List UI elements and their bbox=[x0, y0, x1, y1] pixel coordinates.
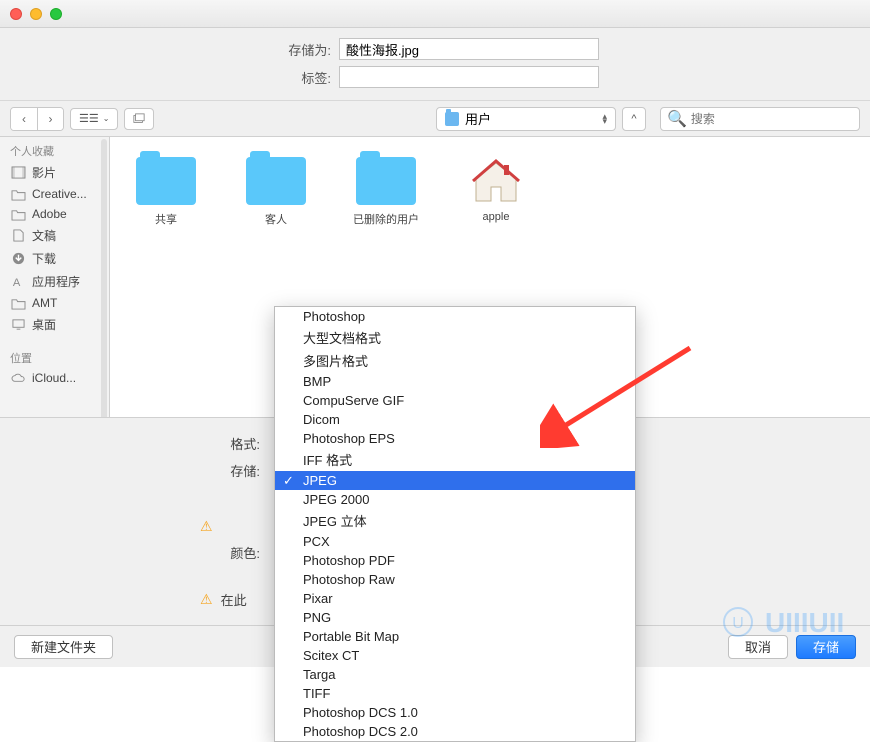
color-label: 颜色: bbox=[0, 543, 260, 562]
save-as-label: 存储为: bbox=[271, 40, 331, 59]
sidebar-section-favorites: 个人收藏 bbox=[0, 137, 109, 161]
search-input[interactable] bbox=[691, 112, 853, 126]
warning-icon: ⚠ bbox=[200, 518, 213, 535]
minimize-window-button[interactable] bbox=[30, 8, 42, 20]
save-button[interactable]: 存储 bbox=[796, 635, 856, 659]
folder-icon bbox=[10, 296, 26, 310]
sidebar-item-label: 桌面 bbox=[32, 316, 56, 333]
format-option-6[interactable]: Photoshop EPS bbox=[275, 429, 635, 448]
desktop-icon bbox=[10, 318, 26, 332]
format-option-20[interactable]: Photoshop DCS 1.0 bbox=[275, 703, 635, 722]
svg-text:A: A bbox=[12, 277, 20, 288]
sidebar-item-label: 应用程序 bbox=[32, 273, 80, 290]
here-label: 在此 bbox=[221, 590, 247, 609]
save-form: 存储为: 标签: bbox=[0, 28, 870, 101]
format-option-10[interactable]: JPEG 立体 bbox=[275, 509, 635, 532]
format-option-15[interactable]: PNG bbox=[275, 608, 635, 627]
tags-input[interactable] bbox=[339, 66, 599, 88]
sidebar-section-locations: 位置 bbox=[0, 344, 109, 368]
sidebar-item-label: 文稿 bbox=[32, 227, 56, 244]
format-label: 格式: bbox=[0, 434, 260, 453]
format-option-7[interactable]: IFF 格式 bbox=[275, 448, 635, 471]
sidebar-item-label: AMT bbox=[32, 296, 57, 310]
search-field[interactable]: 🔍 bbox=[660, 107, 860, 131]
new-folder-button[interactable]: 新建文件夹 bbox=[14, 635, 113, 659]
format-option-9[interactable]: JPEG 2000 bbox=[275, 490, 635, 509]
close-window-button[interactable] bbox=[10, 8, 22, 20]
sidebar-item-5[interactable]: A 应用程序 bbox=[0, 270, 109, 293]
sidebar-location-0[interactable]: iCloud... bbox=[0, 368, 109, 388]
tags-label: 标签: bbox=[271, 68, 331, 87]
format-option-18[interactable]: Targa bbox=[275, 665, 635, 684]
search-icon: 🔍 bbox=[667, 109, 687, 129]
film-icon bbox=[10, 166, 26, 180]
file-label: 共享 bbox=[155, 211, 177, 227]
storage-label: 存储: bbox=[0, 461, 260, 480]
window-titlebar bbox=[0, 0, 870, 28]
forward-button[interactable]: › bbox=[37, 108, 63, 130]
format-option-3[interactable]: BMP bbox=[275, 372, 635, 391]
format-option-17[interactable]: Scitex CT bbox=[275, 646, 635, 665]
group-button[interactable] bbox=[124, 108, 154, 130]
warning-icon-2: ⚠ bbox=[200, 591, 213, 608]
format-option-4[interactable]: CompuServe GIF bbox=[275, 391, 635, 410]
sidebar-item-2[interactable]: Adobe bbox=[0, 204, 109, 224]
sidebar-item-label: Adobe bbox=[32, 207, 67, 221]
file-item-1[interactable]: 客人 bbox=[236, 157, 316, 227]
collapse-button[interactable]: ^ bbox=[622, 107, 646, 131]
sidebar-item-label: 影片 bbox=[32, 164, 56, 181]
sidebar-item-7[interactable]: 桌面 bbox=[0, 313, 109, 336]
cloud-icon bbox=[10, 371, 26, 385]
apps-icon: A bbox=[10, 275, 26, 289]
users-folder-icon bbox=[445, 112, 459, 126]
folder-icon bbox=[136, 157, 196, 205]
format-option-13[interactable]: Photoshop Raw bbox=[275, 570, 635, 589]
sidebar-item-label: iCloud... bbox=[32, 371, 76, 385]
format-option-12[interactable]: Photoshop PDF bbox=[275, 551, 635, 570]
folder-icon bbox=[10, 207, 26, 221]
format-option-1[interactable]: 大型文档格式 bbox=[275, 326, 635, 349]
folder-icon bbox=[246, 157, 306, 205]
format-option-8[interactable]: JPEG bbox=[275, 471, 635, 490]
cancel-button[interactable]: 取消 bbox=[728, 635, 788, 659]
file-item-2[interactable]: 已删除的用户 bbox=[346, 157, 426, 227]
format-option-2[interactable]: 多图片格式 bbox=[275, 349, 635, 372]
file-item-3[interactable]: apple bbox=[456, 157, 536, 223]
sidebar-item-1[interactable]: Creative... bbox=[0, 184, 109, 204]
file-item-0[interactable]: 共享 bbox=[126, 157, 206, 227]
filename-input[interactable] bbox=[339, 38, 599, 60]
folder-icon bbox=[10, 187, 26, 201]
file-label: 已删除的用户 bbox=[353, 211, 419, 227]
format-dropdown[interactable]: Photoshop大型文档格式多图片格式BMPCompuServe GIFDic… bbox=[274, 306, 636, 742]
sidebar-item-label: 下载 bbox=[32, 250, 56, 267]
format-option-0[interactable]: Photoshop bbox=[275, 307, 635, 326]
file-label: 客人 bbox=[265, 211, 287, 227]
download-icon bbox=[10, 252, 26, 266]
sidebar-item-0[interactable]: 影片 bbox=[0, 161, 109, 184]
format-option-14[interactable]: Pixar bbox=[275, 589, 635, 608]
chevron-updown-icon: ▴▾ bbox=[602, 114, 607, 124]
maximize-window-button[interactable] bbox=[50, 8, 62, 20]
path-selector[interactable]: 用户 ▴▾ bbox=[436, 107, 616, 131]
toolbar: ‹ › ☰☰⌄ 用户 ▴▾ ^ 🔍 bbox=[0, 101, 870, 137]
format-option-11[interactable]: PCX bbox=[275, 532, 635, 551]
format-option-5[interactable]: Dicom bbox=[275, 410, 635, 429]
sidebar-item-6[interactable]: AMT bbox=[0, 293, 109, 313]
home-icon bbox=[471, 157, 521, 205]
sidebar-item-label: Creative... bbox=[32, 187, 87, 201]
folder-icon bbox=[356, 157, 416, 205]
format-option-21[interactable]: Photoshop DCS 2.0 bbox=[275, 722, 635, 741]
path-label: 用户 bbox=[465, 109, 491, 128]
view-mode-button[interactable]: ☰☰⌄ bbox=[70, 108, 118, 130]
sidebar-item-3[interactable]: 文稿 bbox=[0, 224, 109, 247]
format-option-16[interactable]: Portable Bit Map bbox=[275, 627, 635, 646]
format-option-19[interactable]: TIFF bbox=[275, 684, 635, 703]
sidebar-item-4[interactable]: 下载 bbox=[0, 247, 109, 270]
document-icon bbox=[10, 229, 26, 243]
back-button[interactable]: ‹ bbox=[11, 108, 37, 130]
file-label: apple bbox=[483, 211, 510, 223]
